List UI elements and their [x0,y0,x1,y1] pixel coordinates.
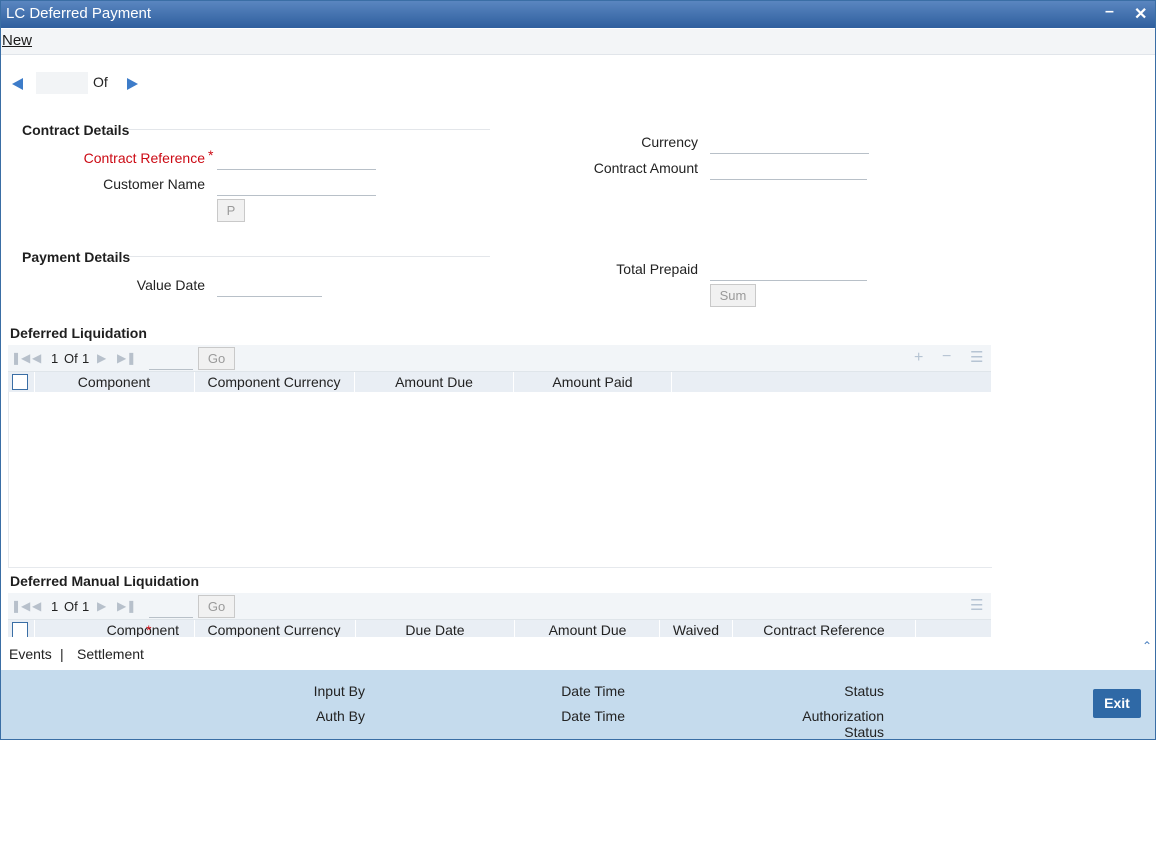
last-page-icon[interactable]: ▶❚ [117,599,136,613]
column-header[interactable]: Component [35,622,179,638]
total-pages: 1 [82,599,90,614]
auth-date-time-label: Date Time [561,708,625,724]
auth-by-label: Auth By [315,708,365,724]
total-pages: 1 [82,351,90,366]
p-button[interactable]: P [217,199,245,222]
status-label: Status [844,683,884,699]
payment-details-title: Payment Details [22,249,131,265]
currency-label: Currency [641,134,698,150]
first-page-icon[interactable]: ❚◀ [11,351,30,365]
column-header[interactable]: Contract Reference [733,622,915,638]
audit-panel: Input By Date Time Status Auth By Date T… [1,670,1155,739]
new-menu-item[interactable]: New [2,32,32,49]
bottom-tabs: Events | Settlement ⌃ [1,637,1155,669]
customer-name-input[interactable] [217,173,376,196]
required-indicator: * [208,147,214,163]
next-record-icon[interactable] [127,78,138,90]
settlement-tab[interactable]: Settlement [77,646,144,662]
collapse-chevron-icon[interactable]: ⌃ [1142,639,1152,653]
column-header[interactable]: Component [35,374,193,390]
authorization-status-label: Authorization [802,708,884,724]
contract-amount-input[interactable] [710,157,867,180]
contract-details-divider [127,129,490,130]
previous-page-icon[interactable]: ◀ [32,599,41,613]
authorization-status-label-line2: Status [844,724,884,740]
contract-details-title: Contract Details [22,122,130,138]
title-bar: LC Deferred Payment – ✕ [1,1,1155,28]
payment-details-divider [130,256,490,257]
page-number-input[interactable] [149,349,193,370]
total-prepaid-label: Total Prepaid [616,261,698,277]
next-page-icon[interactable]: ▶ [97,351,106,365]
previous-record-icon[interactable] [12,78,23,90]
current-page: 1 [51,351,59,366]
date-time-label: Date Time [561,683,625,699]
record-of-label: Of [93,74,108,90]
column-separator [671,372,672,392]
contract-reference-label: Contract Reference [83,150,205,166]
input-by-label: Input By [313,683,365,699]
deferred-liquidation-title: Deferred Liquidation [10,325,147,341]
value-date-input[interactable] [217,274,322,297]
deferred-liquidation-toolbar: ❚◀ ◀ 1 Of 1 ▶ ▶❚ Go + − ☰ [8,345,991,372]
contract-reference-input[interactable] [217,147,376,170]
go-button[interactable]: Go [198,595,235,618]
close-icon[interactable]: ✕ [1134,4,1147,24]
go-button[interactable]: Go [198,347,235,370]
select-all-checkbox[interactable] [12,374,28,390]
previous-page-icon[interactable]: ◀ [32,351,41,365]
deferred-manual-liquidation-toolbar: ❚◀ ◀ 1 Of 1 ▶ ▶❚ Go ☰ [8,593,991,620]
deferred-manual-liquidation-title: Deferred Manual Liquidation [10,573,200,589]
delete-row-icon[interactable]: − [942,348,951,366]
events-tab[interactable]: Events [9,646,52,662]
column-header[interactable]: Waived [660,622,732,638]
page-of-label: Of [64,351,78,366]
last-page-icon[interactable]: ▶❚ [117,351,136,365]
page-of-label: Of [64,599,78,614]
menu-bar: New [1,29,1155,55]
record-number-input[interactable] [36,72,88,94]
add-row-icon[interactable]: + [914,349,923,367]
column-header[interactable]: Component Currency [195,622,353,638]
currency-input[interactable] [710,131,869,154]
window-title: LC Deferred Payment [6,5,152,22]
minimize-icon[interactable]: – [1105,3,1114,21]
column-header[interactable]: Component Currency [195,374,353,390]
current-page: 1 [51,599,59,614]
first-page-icon[interactable]: ❚◀ [11,599,30,613]
sum-button[interactable]: Sum [710,284,756,307]
lc-deferred-payment-window: LC Deferred Payment – ✕ New Of Contract … [0,0,1156,740]
next-page-icon[interactable]: ▶ [97,599,106,613]
value-date-label: Value Date [136,277,205,293]
column-header[interactable]: Due Date [356,622,514,638]
deferred-manual-liquidation-header: Component * Component Currency Due Date … [8,619,991,640]
single-view-icon[interactable]: ☰ [970,596,983,614]
customer-name-label: Customer Name [103,176,205,192]
exit-button[interactable]: Exit [1093,689,1141,718]
required-indicator: * [146,622,152,638]
total-prepaid-input[interactable] [710,258,867,281]
tab-separator: | [60,646,64,662]
column-header[interactable]: Amount Paid [514,374,671,390]
column-header[interactable]: Amount Due [515,622,660,638]
page-number-input[interactable] [149,597,193,618]
contract-amount-label: Contract Amount [593,160,698,176]
deferred-liquidation-header: Component Component Currency Amount Due … [8,371,991,393]
deferred-liquidation-grid-body [8,392,992,568]
select-all-checkbox[interactable] [12,622,28,638]
single-view-icon[interactable]: ☰ [970,348,983,366]
column-header[interactable]: Amount Due [355,374,513,390]
